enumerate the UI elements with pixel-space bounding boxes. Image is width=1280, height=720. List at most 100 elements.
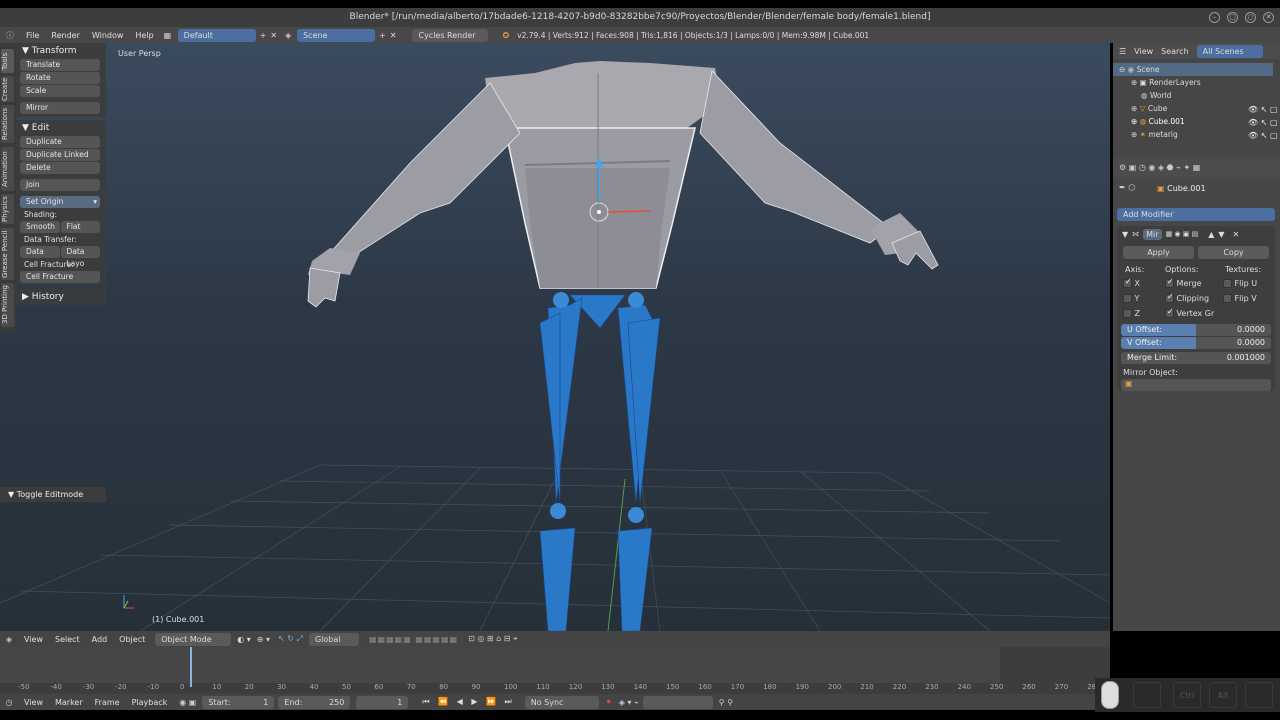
menu-playback[interactable]: Playback: [126, 698, 174, 707]
add-modifier-dropdown[interactable]: Add Modifier: [1117, 208, 1275, 221]
close-icon[interactable]: ✕: [1263, 12, 1274, 23]
outliner-row-renderlayers[interactable]: ⊕ ▣ RenderLayers: [1113, 76, 1273, 89]
axis-y-checkbox[interactable]: Y: [1123, 294, 1165, 303]
keying-set-field[interactable]: [642, 695, 713, 709]
duplicate-linked-button[interactable]: Duplicate Linked: [20, 149, 100, 161]
layer-buttons[interactable]: ▦▦▦▦▦ ▦▦▦▦▦: [369, 635, 458, 644]
operator-panel-header[interactable]: ▼ Toggle Editmode: [0, 487, 106, 502]
axis-x-checkbox[interactable]: X: [1123, 277, 1165, 288]
menu-object[interactable]: Object: [113, 635, 151, 644]
duplicate-button[interactable]: Duplicate: [20, 136, 100, 148]
outliner-editor-icon[interactable]: ☰: [1119, 47, 1126, 56]
scale-button[interactable]: Scale: [20, 85, 100, 97]
delete-button[interactable]: Delete: [20, 162, 100, 174]
snap-icons[interactable]: ⊡ ◎ ⊞ ⌂ ⊟ ⌖: [468, 634, 517, 644]
modifier-name-field[interactable]: Mir: [1143, 228, 1162, 240]
menu-view[interactable]: View: [18, 635, 49, 644]
v-offset-slider[interactable]: V Offset: 0.0000: [1121, 337, 1271, 349]
tab-3d-printing[interactable]: 3D Printing: [1, 283, 14, 327]
render-engine-select[interactable]: Cycles Render: [412, 28, 489, 42]
x-axis-gizmo[interactable]: [607, 210, 651, 213]
tab-relations[interactable]: Relations: [1, 105, 14, 143]
mode-select[interactable]: Object Mode: [155, 632, 232, 646]
data-button[interactable]: Data: [20, 246, 60, 258]
add-scene-icon[interactable]: +: [379, 31, 386, 40]
menu-file[interactable]: File: [20, 31, 45, 40]
apply-button[interactable]: Apply: [1123, 246, 1194, 259]
manipulator-icons[interactable]: ↖ ↻ ⤢: [278, 634, 303, 644]
copy-button[interactable]: Copy: [1198, 246, 1269, 259]
set-origin-dropdown[interactable]: Set Origin ▾: [20, 196, 100, 208]
outliner-view-menu[interactable]: View: [1134, 47, 1153, 56]
keying-set-icons[interactable]: ◈ ▾ ⌁: [619, 698, 639, 707]
edit-panel-header[interactable]: ▼ Edit: [16, 120, 106, 136]
timeline[interactable]: -50 -40 -30 -20 -10 0 10 20 30 40 50 60 70 80 90 100 110…: [0, 647, 1110, 694]
sync-mode-select[interactable]: No Sync: [524, 695, 599, 709]
outliner-row-world[interactable]: ◍ World: [1113, 89, 1273, 102]
modifier-display-toggles[interactable]: ▦ ◉ ▣ ▤: [1166, 230, 1199, 238]
pin-icon[interactable]: ✒ ⬡: [1119, 183, 1135, 192]
editor-type-icon[interactable]: ⓘ: [0, 30, 20, 41]
outliner-filter-select[interactable]: All Scenes: [1196, 44, 1263, 58]
tab-create[interactable]: Create: [1, 76, 14, 102]
editor-type-icon[interactable]: ◷: [0, 698, 18, 707]
scene-select[interactable]: Scene: [297, 28, 376, 42]
data-layout-button[interactable]: Data Layo: [60, 246, 100, 268]
axis-z-checkbox[interactable]: Z: [1123, 309, 1165, 318]
tab-physics[interactable]: Physics: [1, 194, 14, 224]
menu-render[interactable]: Render: [45, 31, 85, 40]
current-frame-field[interactable]: 1: [356, 695, 409, 709]
properties-tab-icons[interactable]: ⚙ ▣ ◷ ◉ ◈ ⬣ ⌁ ✦ ▦: [1119, 163, 1200, 172]
flip-u-checkbox[interactable]: Flip U: [1223, 279, 1257, 288]
menu-marker[interactable]: Marker: [49, 698, 89, 707]
menu-add[interactable]: Add: [86, 635, 114, 644]
remove-modifier-icon[interactable]: ✕: [1233, 230, 1240, 239]
end-frame-field[interactable]: End: 250: [278, 695, 351, 709]
armature[interactable]: [539, 294, 661, 631]
outliner-search-menu[interactable]: Search: [1161, 47, 1188, 56]
join-button[interactable]: Join: [20, 179, 100, 191]
mirror-object-field[interactable]: ▣: [1121, 379, 1271, 391]
merge-checkbox[interactable]: Merge: [1165, 277, 1223, 288]
flat-button[interactable]: Flat: [60, 221, 100, 233]
playback-controls[interactable]: ⏮ ⏪ ◀ ▶ ⏩ ⏭: [422, 697, 514, 707]
record-icon[interactable]: ⏺: [607, 697, 611, 707]
minimize-icon[interactable]: –: [1209, 12, 1220, 23]
start-frame-field[interactable]: Start: 1: [202, 695, 275, 709]
menu-select[interactable]: Select: [49, 635, 86, 644]
vertex-groups-checkbox[interactable]: Vertex Gr: [1165, 307, 1214, 318]
translate-button[interactable]: Translate: [20, 59, 100, 71]
properties-context-tabs[interactable]: ⚙ ▣ ◷ ◉ ◈ ⬣ ⌁ ✦ ▦: [1113, 159, 1280, 177]
current-frame-line[interactable]: [190, 647, 192, 687]
layout-icon[interactable]: ▦: [164, 31, 178, 40]
collapse-icon[interactable]: ▼: [1122, 230, 1128, 239]
keyframe-icons[interactable]: ⚲ ⚲: [719, 698, 733, 707]
move-up-icon[interactable]: ▲: [1208, 230, 1214, 239]
rotate-button[interactable]: Rotate: [20, 72, 100, 84]
layout-select[interactable]: Default: [177, 28, 256, 42]
add-layout-icon[interactable]: +: [260, 31, 267, 40]
remove-layout-icon[interactable]: ✕: [270, 31, 277, 40]
u-offset-slider[interactable]: U Offset: 0.0000: [1121, 324, 1271, 336]
visibility-toggles[interactable]: 👁 ↖ ▢ 👁 ↖ ▢ 👁 ↖ ▢: [1248, 103, 1278, 142]
pivot-icon[interactable]: ⊕ ▾: [257, 635, 270, 644]
menu-help[interactable]: Help: [129, 31, 159, 40]
editor-type-icon[interactable]: ◈: [0, 635, 18, 644]
clipping-checkbox[interactable]: Clipping: [1165, 292, 1223, 303]
tab-grease-pencil[interactable]: Grease Pencil: [1, 228, 14, 280]
cell-fracture-button[interactable]: Cell Fracture: [20, 271, 100, 283]
tab-animation[interactable]: Animation: [1, 147, 14, 191]
viewport-shading-icon[interactable]: ◐ ▾: [237, 635, 251, 644]
smooth-button[interactable]: Smooth: [20, 221, 60, 233]
transform-panel-header[interactable]: ▼ Transform: [16, 43, 106, 59]
mirror-button[interactable]: Mirror: [20, 102, 100, 114]
3d-viewport[interactable]: User Persp (1) Cube.001: [0, 43, 1110, 631]
move-down-icon[interactable]: ▼: [1218, 230, 1224, 239]
menu-frame[interactable]: Frame: [89, 698, 126, 707]
preview-range-icon[interactable]: ◉ ▣: [179, 698, 196, 707]
remove-scene-icon[interactable]: ✕: [390, 31, 397, 40]
menu-window[interactable]: Window: [86, 31, 130, 40]
orientation-select[interactable]: Global: [308, 632, 359, 646]
merge-limit-field[interactable]: Merge Limit: 0.001000: [1121, 352, 1271, 364]
outliner-row-scene[interactable]: ⊖ ◉ Scene: [1113, 63, 1273, 76]
